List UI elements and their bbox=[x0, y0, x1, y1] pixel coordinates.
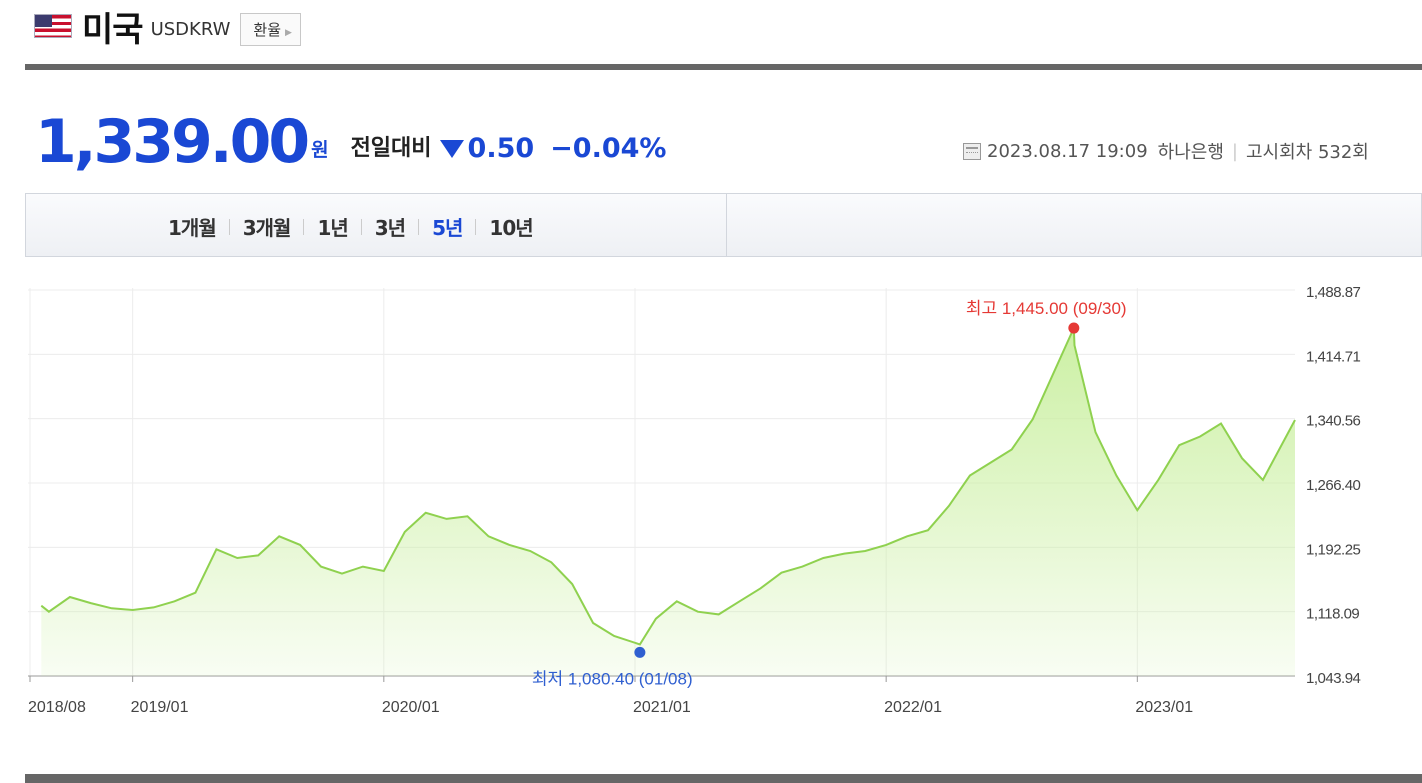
tab-separator bbox=[475, 218, 477, 235]
exchange-rate-chart: 1,488.87 1,414.71 1,340.56 1,266.40 1,192.25… bbox=[28, 284, 1361, 716]
low-marker bbox=[634, 646, 646, 658]
tab-separator bbox=[228, 218, 230, 235]
tab-1년[interactable]: 1년 bbox=[317, 212, 348, 241]
price-change-percent: −0.04% bbox=[550, 133, 667, 164]
high-marker bbox=[1068, 322, 1080, 334]
us-flag-icon bbox=[34, 14, 72, 38]
tab-1개월[interactable]: 1개월 bbox=[168, 212, 217, 241]
x-tick-label: 2019/01 bbox=[131, 699, 189, 716]
x-tick-label: 2020/01 bbox=[382, 699, 440, 716]
header-divider bbox=[25, 64, 1422, 70]
period-tabbar: 1개월 3개월 1년 3년 5년 10년 bbox=[25, 193, 1422, 257]
tab-10년[interactable]: 10년 bbox=[489, 212, 533, 241]
tab-3년[interactable]: 3년 bbox=[375, 212, 406, 241]
y-tick-label: 1,192.25 bbox=[1306, 541, 1361, 558]
tab-separator bbox=[303, 218, 305, 235]
current-price: 1,339.00 bbox=[35, 107, 310, 177]
price-summary: 1,339.00 원 전일대비 0.50 −0.04% bbox=[35, 102, 666, 172]
footer-divider bbox=[25, 774, 1422, 783]
quote-round: 고시회차 532회 bbox=[1245, 142, 1369, 163]
x-tick-label: 2021/01 bbox=[633, 699, 691, 716]
series-area bbox=[41, 328, 1295, 676]
calendar-icon bbox=[963, 142, 981, 160]
chevron-right-icon: ▶ bbox=[285, 27, 292, 38]
quote-meta: 2023.08.17 19:09 하나은행 | 고시회차 532회 bbox=[963, 138, 1369, 164]
separator: | bbox=[1231, 140, 1238, 162]
high-label: 최고 1,445.00 (09/30) bbox=[966, 299, 1127, 318]
tab-5년[interactable]: 5년 bbox=[432, 212, 463, 241]
page-header: 미국 USDKRW 환율 ▶ bbox=[34, 4, 301, 50]
exchange-rate-button[interactable]: 환율 ▶ bbox=[240, 12, 301, 46]
tab-separator bbox=[360, 218, 362, 235]
price-unit: 원 bbox=[311, 139, 329, 161]
tab-3개월[interactable]: 3개월 bbox=[243, 212, 292, 241]
quote-datetime: 2023.08.17 19:09 bbox=[987, 140, 1148, 162]
tab-separator bbox=[418, 218, 420, 235]
down-arrow-icon bbox=[439, 140, 464, 158]
price-change: 0.50 bbox=[467, 133, 535, 164]
period-tabs: 1개월 3개월 1년 3년 5년 10년 bbox=[168, 212, 534, 241]
country-name: 미국 bbox=[82, 9, 144, 50]
x-tick-label: 2018/08 bbox=[28, 699, 86, 716]
low-label: 최저 1,080.40 (01/08) bbox=[532, 669, 693, 688]
x-tick-label: 2022/01 bbox=[884, 699, 942, 716]
y-tick-label: 1,340.56 bbox=[1306, 413, 1361, 430]
y-tick-label: 1,414.71 bbox=[1306, 348, 1361, 365]
compare-label: 전일대비 bbox=[350, 136, 432, 161]
x-tick-label: 2023/01 bbox=[1135, 699, 1193, 716]
tabbar-divider bbox=[726, 194, 727, 256]
y-tick-label: 1,118.09 bbox=[1306, 606, 1359, 623]
quote-bank: 하나은행 bbox=[1157, 142, 1224, 163]
y-tick-label: 1,266.40 bbox=[1306, 477, 1361, 494]
y-tick-label: 1,488.87 bbox=[1306, 284, 1361, 301]
y-tick-label: 1,043.94 bbox=[1306, 670, 1361, 687]
currency-code: USDKRW bbox=[150, 18, 231, 40]
